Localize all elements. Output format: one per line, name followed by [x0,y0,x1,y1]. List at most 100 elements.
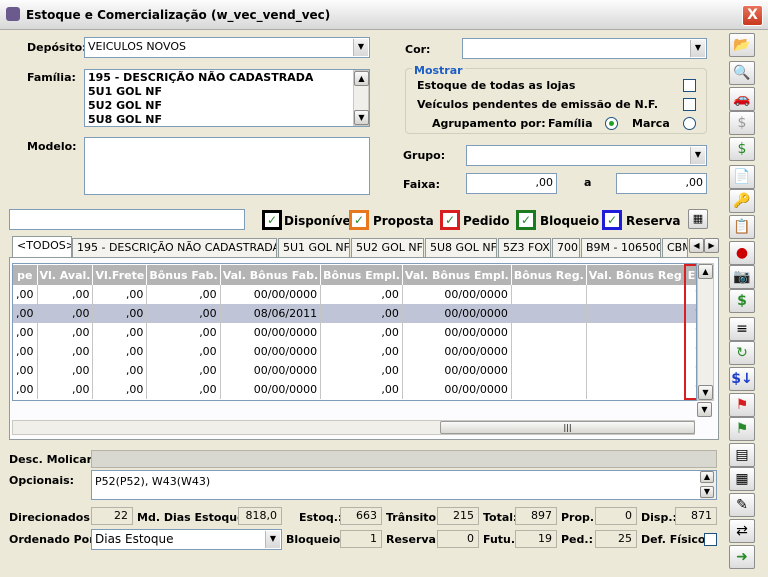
transfer-icon[interactable]: ⇄ [729,519,755,543]
pedido-checkbox[interactable]: ✓ [440,210,460,230]
table-row[interactable]: ,00,00,00,0008/06/2011,0000/00/000016/02… [13,304,696,323]
tab-scroll-left-icon[interactable]: ◀ [689,238,704,253]
col-header[interactable]: Bônus Empl. [320,265,403,285]
agrup-familia-radio[interactable] [605,117,618,130]
tab-195[interactable]: 195 - DESCRIÇÃO NÃO CADASTRADA [72,238,277,257]
disponivel-checkbox[interactable]: ✓ [262,210,282,230]
tab-b9m[interactable]: B9M - 106500 [581,238,661,257]
report-icon[interactable]: 📋 [729,215,755,239]
dollar-icon[interactable]: $ [729,111,755,135]
scroll-down-icon[interactable]: ▼ [700,486,714,498]
col-header[interactable]: Vl. Aval. [37,265,94,285]
table-cell: ,00 [146,285,221,304]
chevron-down-icon[interactable]: ▼ [690,147,705,164]
table-cell: 16/02/2011 [683,323,696,342]
traffic-light-icon[interactable]: ● [729,241,755,265]
list-icon[interactable]: ≡ [729,317,755,341]
familia-item[interactable]: 5U8 GOL NF [88,113,313,126]
tab-cbm[interactable]: CBM [662,238,688,257]
tab-5u2[interactable]: 5U2 GOL NF [351,238,424,257]
grupo-select[interactable]: ▼ [466,145,707,166]
table-row[interactable]: ,00,00,00,0000/00/0000,0000/00/000016/02… [13,285,696,304]
close-button[interactable]: X [742,5,763,26]
table-row[interactable]: ,00,00,00,0000/00/0000,0000/00/000016/02… [13,342,696,361]
familia-item[interactable]: 5U1 GOL NF [88,85,313,99]
col-header[interactable]: Bônus Fab. [146,265,221,285]
table-cell [586,342,686,361]
chevron-down-icon[interactable]: ▼ [690,40,705,57]
estoque-todas-lojas-checkbox[interactable] [683,79,696,92]
edit-icon[interactable]: ✎ [729,493,755,517]
search-icon[interactable]: 🔍 [729,61,755,85]
green-flag-icon[interactable]: ⚑ [729,417,755,441]
open-folder-icon[interactable]: 📂 [729,33,755,57]
modelo-label: Modelo: [27,140,77,153]
faixa-ate-input[interactable]: ,00 [616,173,707,194]
reserva-label: Reserva: [386,533,441,546]
camera-icon[interactable]: 📷 [729,265,755,289]
scroll-down-icon[interactable]: ▼ [354,110,369,125]
chevron-down-icon[interactable]: ▼ [353,39,368,56]
col-header[interactable]: Vl.Frete [92,265,148,285]
table-row[interactable]: ,00,00,00,0000/00/0000,0000/00/000016/02… [13,323,696,342]
grid-config-icon[interactable]: ▦ [688,209,708,229]
col-header[interactable]: pe [13,265,38,285]
opcionais-scrollbar[interactable]: ▲ ▼ [700,471,716,499]
familia-item[interactable]: 195 - DESCRIÇÃO NÃO CADASTRADA [88,71,313,85]
modelo-listbox[interactable] [84,137,370,195]
tab-5u8[interactable]: 5U8 GOL NF [425,238,497,257]
faixa-de-input[interactable]: ,00 [466,173,557,194]
table-cell: ,00 [37,323,94,342]
chevron-down-icon[interactable]: ▼ [265,531,280,548]
document-icon[interactable]: 📄 [729,165,755,189]
table-row[interactable]: ,00,00,00,0000/00/0000,0000/00/000016/02… [13,380,696,400]
agrup-marca-radio[interactable] [683,117,696,130]
money-bag-icon[interactable]: $ [729,137,755,161]
proposta-checkbox[interactable]: ✓ [349,210,369,230]
scroll-up-icon[interactable]: ▲ [700,471,714,483]
grid-vscroll[interactable]: ▲ ▼ [697,263,714,401]
refresh-icon[interactable]: ↻ [729,341,755,365]
bloqueio-checkbox[interactable]: ✓ [516,210,536,230]
ordenado-select[interactable]: Dias Estoque ▼ [91,529,282,550]
car-icon[interactable]: 🚗 [729,87,755,111]
tab-5u1[interactable]: 5U1 GOL NF [278,238,350,257]
familia-scrollbar[interactable]: ▲ ▼ [353,70,369,126]
col-header[interactable]: Val. Bônus Fab. [220,265,322,285]
familia-listbox[interactable]: 195 - DESCRIÇÃO NÃO CADASTRADA 5U1 GOL N… [84,69,370,127]
table-cell: 00/00/0000 [220,361,322,380]
tab-todos[interactable]: <TODOS> [12,236,72,258]
scroll-up-icon[interactable]: ▲ [698,264,713,279]
tab-scroll-right-icon[interactable]: ▶ [704,238,719,253]
col-header[interactable]: Val. Bônus Empl. [402,265,512,285]
exit-icon[interactable]: ➜ [729,545,755,569]
grid-hscroll[interactable]: ||| [12,420,695,435]
col-header[interactable]: Emissão NF [683,264,696,285]
grid-down-icon[interactable]: ▼ [697,402,712,417]
col-header[interactable]: Val. Bônus Reg [586,265,686,285]
dollar-green-icon[interactable]: $ [729,289,755,313]
red-flag-icon[interactable]: ⚑ [729,393,755,417]
table-row[interactable]: ,00,00,00,0000/00/0000,0000/00/000016/02… [13,361,696,380]
veiculos-pendentes-checkbox[interactable] [683,98,696,111]
deposito-select[interactable]: VEICULOS NOVOS ▼ [84,37,370,58]
scroll-down-icon[interactable]: ▼ [698,385,713,400]
def-fisico-checkbox[interactable] [704,533,717,546]
table-cell: ,00 [92,285,148,304]
table-icon[interactable]: ▤ [729,443,755,467]
vehicle-grid[interactable]: pe Vl. Aval. Vl.Frete Bônus Fab. Val. Bô… [12,263,697,401]
tab-700[interactable]: 700 [552,238,580,257]
col-header[interactable]: Bônus Reg. [511,265,587,285]
search-input[interactable] [9,209,245,230]
opcionais-field[interactable]: P52(P52), W43(W43) ▲ ▼ [91,470,717,500]
scroll-thumb[interactable]: ||| [440,421,695,434]
dollar-arrow-icon[interactable]: $↓ [729,367,755,391]
calculator-icon[interactable]: ▦ [729,467,755,491]
scroll-up-icon[interactable]: ▲ [354,71,369,86]
familia-item[interactable]: 5U2 GOL NF [88,99,313,113]
cor-select[interactable]: ▼ [462,38,707,59]
reserva-checkbox[interactable]: ✓ [602,210,622,230]
deposito-value: VEICULOS NOVOS [88,40,186,53]
tab-5z3[interactable]: 5Z3 FOX [498,238,551,257]
key-icon[interactable]: 🔑 [729,189,755,213]
